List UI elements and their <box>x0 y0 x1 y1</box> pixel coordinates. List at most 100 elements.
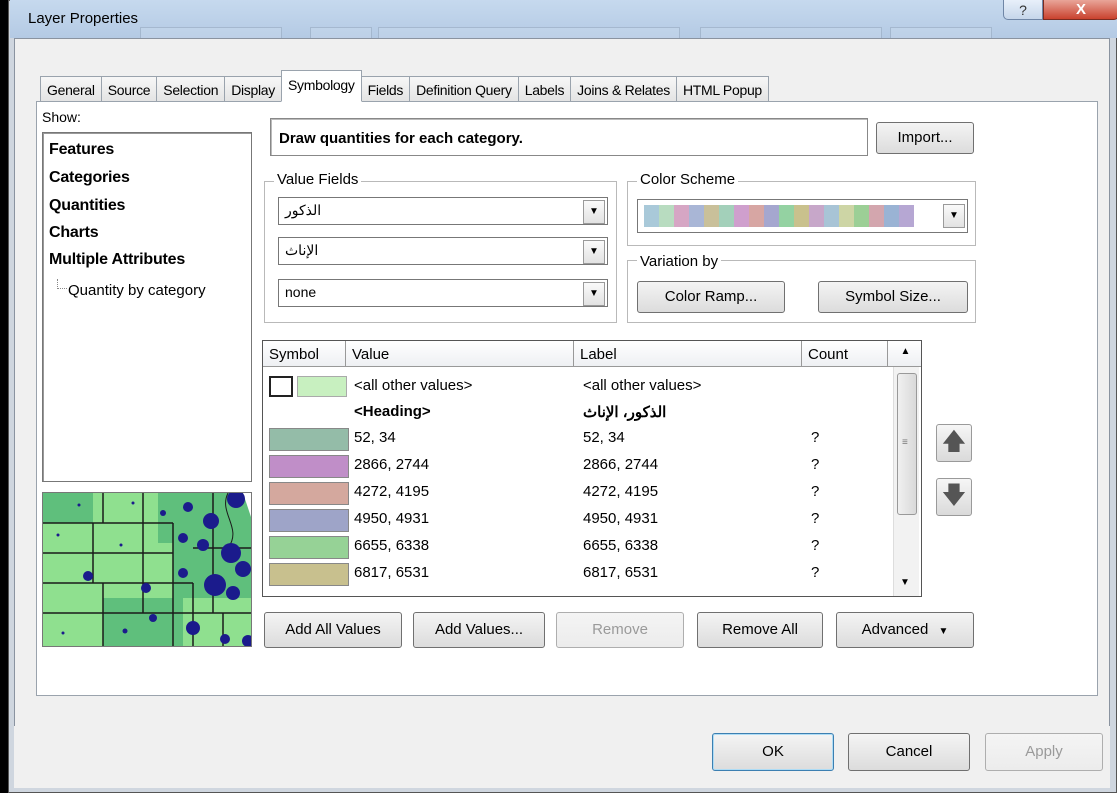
column-header-symbol[interactable]: Symbol <box>263 341 346 367</box>
value-field-2-value: الإناث <box>285 242 319 258</box>
value-field-3-value: none <box>285 284 317 300</box>
row-value: 4950, 4931 <box>354 510 430 527</box>
import-button[interactable]: Import... <box>876 122 974 154</box>
list-row[interactable]: 4950, 4931 4950, 4931? <box>263 506 903 532</box>
tab-fields[interactable]: Fields <box>360 76 411 102</box>
window-title: Layer Properties <box>28 10 139 27</box>
heading-value: <Heading> <box>354 403 431 420</box>
title-bar[interactable]: Layer Properties ? X <box>10 0 1117 51</box>
color-swatch <box>899 205 914 227</box>
tree-item-categories[interactable]: Categories <box>49 169 130 187</box>
cancel-button[interactable]: Cancel <box>848 733 970 771</box>
tab-source[interactable]: Source <box>100 76 158 102</box>
row-count: ? <box>811 564 820 581</box>
list-row[interactable]: 4272, 4195 4272, 4195? <box>263 479 903 505</box>
symbol-list[interactable]: Symbol Value Label Count ▲ <all other va… <box>262 340 922 597</box>
list-row[interactable]: 6817, 6531 6817, 6531? <box>263 560 903 586</box>
row-count: ? <box>811 483 820 500</box>
list-row-heading[interactable]: <Heading> الذكور، الإناث <box>263 399 903 425</box>
symbol-swatch[interactable] <box>269 428 349 451</box>
color-swatch <box>749 205 764 227</box>
color-swatch <box>689 205 704 227</box>
tree-item-quantities[interactable]: Quantities <box>49 197 125 215</box>
color-swatch <box>704 205 719 227</box>
scroll-up-icon[interactable]: ▲ <box>888 341 921 367</box>
close-button[interactable]: X <box>1043 0 1117 20</box>
tab-joins-relates[interactable]: Joins & Relates <box>570 76 677 102</box>
row-value: 6655, 6338 <box>354 537 430 554</box>
symbol-swatch[interactable] <box>269 563 349 586</box>
row-value: 6817, 6531 <box>354 564 430 581</box>
tab-labels[interactable]: Labels <box>517 76 572 102</box>
row-label: 4272, 4195 <box>583 483 659 500</box>
grip-icon: ≡ <box>902 437 908 448</box>
list-row[interactable]: 52, 34 52, 34? <box>263 425 903 451</box>
symbol-swatch[interactable] <box>269 455 349 478</box>
row-value: 2866, 2744 <box>354 456 430 473</box>
dropdown-arrow-icon: ▼ <box>938 626 949 637</box>
row-label: 52, 34 <box>583 429 625 446</box>
remove-button[interactable]: Remove <box>556 612 684 648</box>
column-header-count[interactable]: Count <box>802 341 888 367</box>
list-row[interactable]: 6655, 6338 6655, 6338? <box>263 533 903 559</box>
tree-item-multiple-attributes[interactable]: Multiple Attributes <box>49 251 185 269</box>
apply-button[interactable]: Apply <box>985 733 1103 771</box>
row-count: ? <box>811 510 820 527</box>
chevron-down-icon[interactable]: ▼ <box>583 282 605 306</box>
row-count: ? <box>811 429 820 446</box>
value-field-1-dropdown[interactable]: الذكور ▼ <box>278 197 608 225</box>
column-header-label[interactable]: Label <box>574 341 802 367</box>
tab-selection[interactable]: Selection <box>156 76 226 102</box>
heading-label: الذكور، الإناث <box>583 404 667 421</box>
tree-item-quantity-by-category[interactable]: Quantity by category <box>65 281 209 300</box>
color-swatch <box>839 205 854 227</box>
symbol-swatch[interactable] <box>269 536 349 559</box>
color-ramp-button[interactable]: Color Ramp... <box>637 281 785 313</box>
tab-symbology[interactable]: Symbology <box>281 70 362 102</box>
remove-all-button[interactable]: Remove All <box>697 612 823 648</box>
tab-display[interactable]: Display <box>224 76 282 102</box>
add-all-values-button[interactable]: Add All Values <box>264 612 402 648</box>
color-scheme-dropdown[interactable]: ▼ <box>637 199 968 233</box>
row-value: 4272, 4195 <box>354 483 430 500</box>
scroll-down-icon[interactable]: ▼ <box>900 577 910 588</box>
color-swatch <box>674 205 689 227</box>
add-values-button[interactable]: Add Values... <box>413 612 545 648</box>
color-swatch <box>779 205 794 227</box>
color-swatch <box>734 205 749 227</box>
arrow-down-icon: 🡇 <box>941 482 967 509</box>
row-count: ? <box>811 537 820 554</box>
symbol-swatch[interactable] <box>269 482 349 505</box>
chevron-down-icon[interactable]: ▼ <box>943 204 965 228</box>
help-button[interactable]: ? <box>1003 0 1043 20</box>
tab-html-popup[interactable]: HTML Popup <box>675 76 769 102</box>
tree-item-features[interactable]: Features <box>49 141 114 159</box>
symbol-swatch[interactable] <box>269 509 349 532</box>
move-up-button[interactable]: 🡅 <box>936 424 972 462</box>
value-field-1-value: الذكور <box>285 202 322 218</box>
tab-general[interactable]: General <box>40 76 102 102</box>
list-row[interactable]: 2866, 2744 2866, 2744? <box>263 452 903 478</box>
tab-definition-query[interactable]: Definition Query <box>409 76 519 102</box>
color-swatch <box>854 205 869 227</box>
color-swatch <box>824 205 839 227</box>
column-header-value[interactable]: Value <box>346 341 574 367</box>
chevron-down-icon[interactable]: ▼ <box>583 240 605 264</box>
list-row-all-other-values[interactable]: <all other values> <all other values> <box>263 373 903 399</box>
list-scrollbar[interactable]: ≡ ▼ <box>893 367 919 596</box>
show-tree[interactable]: Features Categories Quantities Charts Mu… <box>42 132 252 482</box>
value-field-2-dropdown[interactable]: الإناث ▼ <box>278 237 608 265</box>
ok-button[interactable]: OK <box>712 733 834 771</box>
outline-swatch <box>269 376 293 397</box>
move-down-button[interactable]: 🡇 <box>936 478 972 516</box>
close-icon: X <box>1075 1 1086 18</box>
arrow-up-icon: 🡅 <box>941 428 967 455</box>
advanced-button[interactable]: Advanced ▼ <box>836 612 974 648</box>
color-swatch <box>644 205 659 227</box>
symbol-size-button[interactable]: Symbol Size... <box>818 281 968 313</box>
color-swatch <box>869 205 884 227</box>
chevron-down-icon[interactable]: ▼ <box>583 200 605 224</box>
value-field-3-dropdown[interactable]: none ▼ <box>278 279 608 307</box>
tree-item-charts[interactable]: Charts <box>49 224 99 242</box>
color-scheme-swatches <box>644 205 914 227</box>
